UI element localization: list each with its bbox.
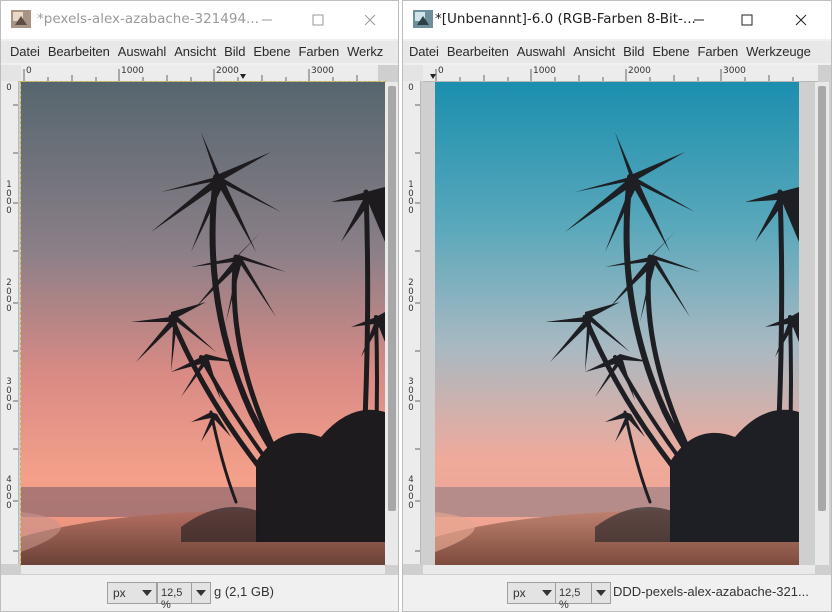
close-button[interactable] — [785, 7, 817, 33]
chevron-down-icon — [542, 590, 552, 596]
vertical-ruler[interactable]: 0 1000 2000 3000 4000 — [403, 81, 421, 564]
zoom-dropdown-button[interactable] — [591, 582, 611, 604]
ruler-h-label: 3000 — [311, 66, 334, 76]
menu-auswahl[interactable]: Auswahl — [114, 41, 170, 59]
minimize-button[interactable] — [251, 7, 283, 33]
window-title: *pexels-alex-azabache-321494... — [37, 11, 259, 27]
status-message: DDD-pexels-alex-azabache-321... — [613, 584, 809, 599]
close-icon — [795, 14, 807, 26]
ruler-v-label: 2000 — [6, 278, 12, 314]
vertical-ruler[interactable]: 0 1000 2000 3000 4000 — [1, 81, 19, 564]
menu-ansicht[interactable]: Ansicht — [170, 41, 220, 59]
beach-photo — [435, 82, 799, 565]
menu-bild[interactable]: Bild — [220, 41, 249, 59]
title-bar[interactable]: *[Unbenannt]-6.0 (RGB-Farben 8-Bit-... — [403, 1, 831, 39]
horizontal-ruler[interactable]: 0 1000 2000 3000 — [21, 65, 378, 82]
menu-datei[interactable]: Datei — [1, 41, 44, 59]
menu-bar: Datei Bearbeiten Auswahl Ansicht Bild Ebene Fa… — [1, 41, 398, 63]
ruler-corner[interactable] — [403, 65, 423, 81]
chevron-down-icon — [596, 590, 606, 596]
ruler-h-label: 0 — [438, 66, 444, 76]
menu-bearbeiten[interactable]: Bearbeiten — [443, 41, 513, 59]
menu-farben[interactable]: Farben — [295, 41, 344, 59]
status-message: g (2,1 GB) — [214, 584, 274, 599]
ruler-v-label: 0 — [408, 83, 414, 93]
menu-werkzeuge[interactable]: Werkzeuge — [742, 41, 815, 59]
close-icon — [364, 14, 376, 26]
unit-select[interactable]: px — [507, 582, 557, 604]
canvas-area[interactable]: 0 1000 2000 3000 0 1000 2000 3000 4000 — [403, 65, 831, 577]
photo-canvas[interactable] — [435, 82, 799, 565]
status-bar: px 12,5 % DDD-pexels-alex-azabache-321..… — [403, 574, 831, 611]
unit-value: px — [513, 586, 526, 600]
maximize-icon — [741, 14, 753, 26]
gimp-app-icon — [413, 10, 433, 28]
horizontal-ruler[interactable]: 0 1000 2000 3000 — [423, 65, 818, 82]
chevron-down-icon — [196, 590, 206, 596]
zoom-field[interactable]: 12,5 % — [157, 582, 191, 611]
window-title: *[Unbenannt]-6.0 (RGB-Farben 8-Bit-... — [435, 11, 696, 27]
maximize-button[interactable] — [731, 7, 763, 33]
ruler-h-label: 1000 — [533, 66, 556, 76]
ruler-v-label: 3000 — [408, 377, 414, 413]
ruler-v-label: 1000 — [6, 180, 12, 216]
maximize-button[interactable] — [302, 7, 334, 33]
ruler-h-label: 0 — [26, 66, 32, 76]
menu-auswahl[interactable]: Auswahl — [513, 41, 569, 59]
gimp-app-icon — [11, 10, 31, 28]
title-bar[interactable]: *pexels-alex-azabache-321494... — [1, 1, 398, 39]
vertical-scrollbar[interactable] — [815, 82, 829, 565]
ruler-v-label: 4000 — [408, 475, 414, 511]
menu-bar: Datei Bearbeiten Auswahl Ansicht Bild Ebene Fa… — [403, 41, 831, 63]
ruler-v-label: 0 — [6, 83, 12, 93]
minimize-icon — [694, 19, 704, 21]
zoom-value: 12,5 % — [161, 587, 183, 611]
ruler-h-label: 3000 — [723, 66, 746, 76]
menu-werkzeuge[interactable]: Werkz — [343, 41, 387, 59]
menu-farben[interactable]: Farben — [694, 41, 743, 59]
unit-value: px — [113, 586, 126, 600]
zoom-dropdown-button[interactable] — [191, 582, 211, 604]
menu-ebene[interactable]: Ebene — [648, 41, 693, 59]
status-bar: px 12,5 % g (2,1 GB) — [1, 574, 398, 611]
chevron-down-icon — [142, 590, 152, 596]
ruler-h-label: 2000 — [628, 66, 651, 76]
vertical-scrollbar[interactable] — [385, 82, 398, 565]
ruler-v-label: 1000 — [408, 180, 414, 216]
zoom-value: 12,5 % — [559, 587, 581, 611]
ruler-v-label: 2000 — [408, 278, 414, 314]
scroll-thumb[interactable] — [388, 86, 396, 511]
canvas-area[interactable]: 0 1000 2000 3000 0 1000 2000 3000 4000 — [1, 65, 398, 577]
unit-select[interactable]: px — [107, 582, 157, 604]
image-window-edited: *[Unbenannt]-6.0 (RGB-Farben 8-Bit-... D… — [402, 0, 832, 612]
zoom-field[interactable]: 12,5 % — [555, 582, 591, 611]
ruler-v-label: 4000 — [6, 475, 12, 511]
menu-bild[interactable]: Bild — [619, 41, 648, 59]
photo-canvas[interactable] — [20, 81, 386, 566]
maximize-icon — [312, 14, 324, 26]
close-button[interactable] — [354, 7, 386, 33]
minimize-button[interactable] — [683, 7, 715, 33]
menu-ebene[interactable]: Ebene — [249, 41, 294, 59]
ruler-h-label: 2000 — [216, 66, 239, 76]
menu-ansicht[interactable]: Ansicht — [569, 41, 619, 59]
ruler-h-label: 1000 — [121, 66, 144, 76]
beach-photo — [21, 82, 385, 565]
menu-bearbeiten[interactable]: Bearbeiten — [44, 41, 114, 59]
menu-datei[interactable]: Datei — [403, 41, 443, 59]
ruler-v-label: 3000 — [6, 377, 12, 413]
minimize-icon — [262, 19, 272, 21]
scroll-thumb[interactable] — [818, 86, 826, 511]
image-window-original: *pexels-alex-azabache-321494... Datei Bea… — [0, 0, 399, 612]
ruler-corner[interactable] — [1, 65, 21, 81]
